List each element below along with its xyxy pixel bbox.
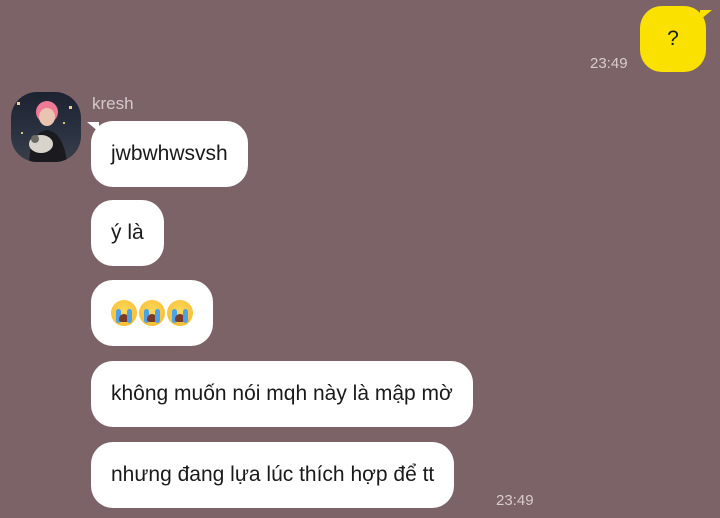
emoji-row	[111, 300, 193, 326]
message-text: không muốn nói mqh này là mập mờ	[111, 382, 453, 405]
incoming-message-bubble[interactable]: ý là	[91, 200, 164, 266]
message-text: nhưng đang lựa lúc thích hợp để tt	[111, 463, 435, 486]
outgoing-message-text: ?	[667, 27, 679, 50]
outgoing-message-time: 23:49	[590, 55, 628, 72]
incoming-message-bubble[interactable]	[91, 280, 213, 346]
message-text: ý là	[111, 221, 144, 244]
loudly-crying-face-icon	[167, 300, 193, 326]
incoming-message-bubble[interactable]: nhưng đang lựa lúc thích hợp để tt	[91, 442, 455, 508]
incoming-message-bubble[interactable]: không muốn nói mqh này là mập mờ	[91, 361, 473, 427]
loudly-crying-face-icon	[139, 300, 165, 326]
incoming-message-bubble[interactable]: jwbwhwsvsh	[91, 121, 248, 187]
message-text: jwbwhwsvsh	[111, 142, 228, 165]
sender-avatar[interactable]	[11, 92, 81, 162]
sender-name: kresh	[92, 94, 134, 113]
avatar-photo-icon	[17, 101, 72, 162]
incoming-message-time: 23:49	[496, 492, 534, 509]
loudly-crying-face-icon	[111, 300, 137, 326]
outgoing-message-bubble[interactable]: ?	[640, 6, 706, 72]
